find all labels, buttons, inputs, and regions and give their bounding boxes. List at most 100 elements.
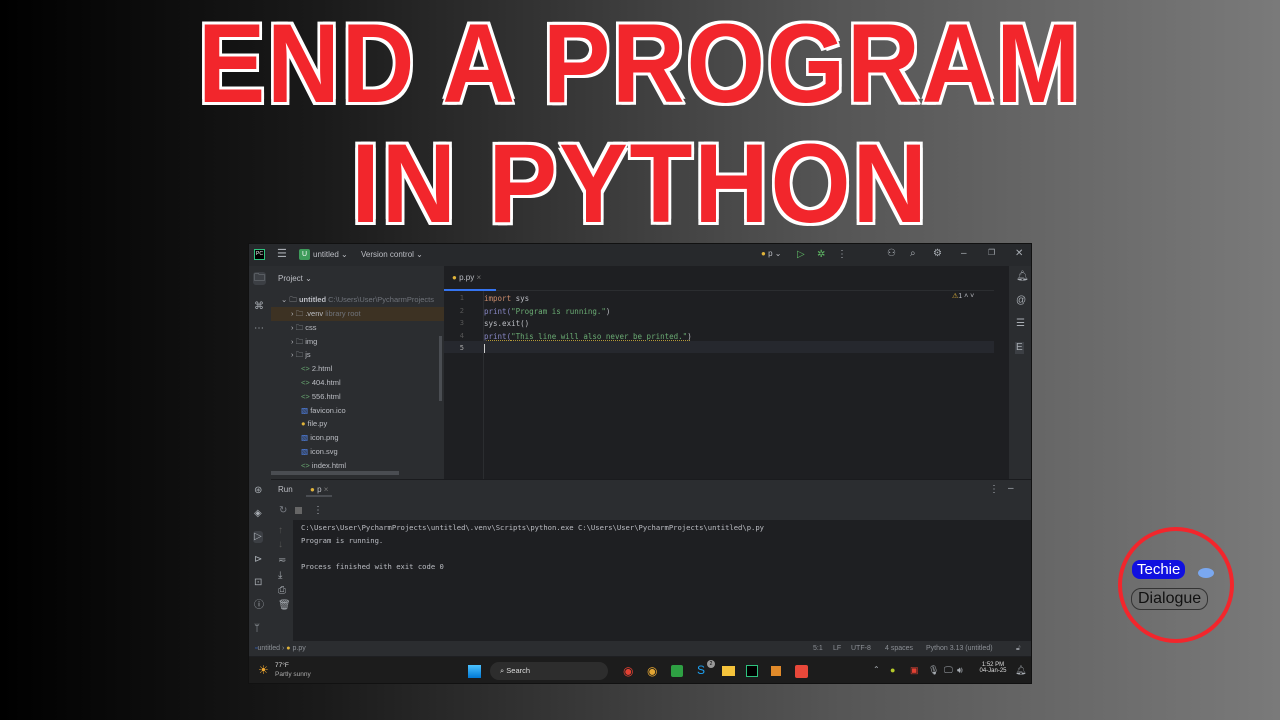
notifications-icon[interactable]: 🔔︎ — [1016, 272, 1029, 282]
line-number: 2 — [459, 306, 464, 315]
clock[interactable]: 1:52 PM 04-Jan-25 — [977, 662, 1009, 674]
run-options-icon[interactable]: ⋮ — [989, 485, 999, 495]
services-icon[interactable]: ⊳ — [254, 555, 262, 565]
project-switcher[interactable]: untitled ⌄ — [313, 250, 348, 259]
add-user-icon[interactable]: ⚇ — [887, 249, 896, 259]
start-icon[interactable] — [468, 665, 481, 678]
line-separator[interactable]: LF — [833, 641, 841, 656]
more-icon[interactable]: ⋮ — [837, 250, 847, 260]
skype-icon[interactable]: S — [697, 664, 705, 676]
run-config-selector[interactable]: ● p ⌄ — [761, 249, 781, 258]
git-icon[interactable]: ᛘ — [254, 624, 260, 634]
python-packages-icon[interactable]: ⊛ — [254, 486, 262, 496]
minimize-icon[interactable]: – — [961, 249, 967, 259]
layers-icon[interactable]: ◈ — [254, 509, 262, 519]
microphone-icon[interactable]: 🎙︎ — [928, 666, 939, 675]
weather-temp[interactable]: 77°F — [275, 662, 289, 669]
console-output[interactable]: C:\Users\User\PycharmProjects\untitled\.… — [293, 520, 1031, 642]
line-number: 4 — [459, 331, 464, 340]
tree-item[interactable]: › 🗀 img — [271, 335, 444, 349]
search-label: Search — [506, 666, 531, 675]
more-tools-icon[interactable]: ⋯ — [254, 324, 264, 334]
print-icon[interactable]: ⎙ — [278, 586, 286, 596]
project-name: untitled — [313, 250, 339, 259]
tree-item[interactable]: ● file.py — [271, 417, 444, 431]
project-panel: Project ⌄ ⌄ 🗀 untitled C:\Users\User\Pyc… — [271, 266, 444, 479]
code-text: sys — [511, 294, 530, 303]
scroll-down-icon[interactable]: ↓ — [278, 540, 283, 550]
tray-app-icon[interactable]: ● — [890, 666, 895, 675]
media-player-icon[interactable] — [771, 666, 781, 676]
debug-icon[interactable]: ✲ — [817, 250, 825, 260]
editor-scrollbar[interactable] — [994, 266, 1009, 479]
breadcrumb[interactable]: ▫untitled › ● p.py — [255, 641, 306, 656]
chrome-icon[interactable]: ◉ — [623, 665, 633, 677]
volume-icon[interactable]: 🔊︎ — [957, 666, 963, 675]
network-icon[interactable]: 🖵︎ — [944, 666, 953, 675]
notification-center-icon[interactable]: 🔔︎ — [1015, 666, 1026, 675]
code-text: sys.exit() — [484, 319, 530, 328]
search-icon[interactable]: ⌕ — [910, 249, 916, 259]
camtasia-icon[interactable] — [671, 665, 683, 677]
hide-panel-icon[interactable]: – — [1008, 484, 1014, 494]
run-tab-p[interactable]: ● p × — [306, 483, 333, 497]
structure-icon[interactable]: ⌘ — [254, 302, 264, 312]
project-scrollbar[interactable] — [439, 336, 442, 401]
tree-item[interactable]: <> 2.html — [271, 362, 444, 376]
lock-icon[interactable]: 🔓︎ — [1016, 641, 1021, 656]
problems-icon[interactable]: ⓘ — [254, 601, 264, 611]
warnings-indicator[interactable]: ⚠1 ˄ ˅ — [952, 292, 974, 300]
close-icon[interactable]: ✕ — [1015, 249, 1023, 259]
tree-item[interactable]: <> 556.html — [271, 390, 444, 404]
tree-item[interactable]: ▧ favicon.ico — [271, 404, 444, 418]
project-tool-icon[interactable]: 🗀 — [253, 272, 266, 285]
settings-icon[interactable]: ⚙ — [933, 249, 942, 259]
ai-assistant-icon[interactable]: @ — [1016, 296, 1026, 306]
tree-item[interactable]: › 🗀 js — [271, 348, 444, 362]
file-encoding[interactable]: UTF-8 — [851, 641, 871, 656]
tree-item[interactable]: ▧ icon.svg — [271, 445, 444, 459]
camtasia-recorder-icon[interactable] — [795, 665, 808, 678]
run-tab-close-icon[interactable]: × — [324, 485, 329, 494]
tree-item[interactable]: › 🗀 css — [271, 321, 444, 335]
run-tool-icon[interactable]: ▷ — [253, 531, 263, 543]
indent-setting[interactable]: 4 spaces — [885, 641, 913, 656]
tree-root[interactable]: ⌄ 🗀 untitled C:\Users\User\PycharmProjec… — [271, 293, 444, 307]
database-icon[interactable]: ☰ — [1016, 319, 1025, 329]
chrome-profile-icon[interactable]: ◉ — [647, 665, 657, 677]
tree-item[interactable]: ▧ icon.png — [271, 431, 444, 445]
tree-item-hint: library root — [325, 309, 361, 318]
soft-wrap-icon[interactable]: ≂ — [278, 556, 286, 566]
structure-view-icon[interactable]: Ε — [1015, 342, 1024, 354]
code-editor[interactable]: 1 import sys 2 print("Program is running.")… — [444, 291, 994, 479]
pycharm-taskbar-icon[interactable] — [746, 665, 758, 677]
tree-item-label: icon.png — [310, 433, 339, 443]
tray-app2-icon[interactable]: ▣ — [910, 666, 919, 675]
run-more-icon[interactable]: ⋮ — [313, 506, 323, 516]
interpreter-selector[interactable]: Python 3.13 (untitled) — [926, 641, 993, 656]
scroll-to-end-icon[interactable]: ⤓ — [278, 571, 282, 581]
version-control-menu[interactable]: Version control ⌄ — [361, 250, 423, 259]
tab-p-py[interactable]: ● p.py × — [444, 266, 496, 291]
file-explorer-icon[interactable] — [722, 666, 735, 676]
clear-icon[interactable]: 🗑︎ — [278, 601, 291, 611]
tree-item[interactable]: <> 404.html — [271, 376, 444, 390]
taskbar-search[interactable]: ⌕ Search — [490, 662, 608, 680]
project-hscrollbar[interactable] — [271, 471, 399, 475]
code-line: sys.exit() — [484, 319, 529, 328]
terminal-icon[interactable]: ⊡ — [254, 578, 262, 588]
tab-close-icon[interactable]: × — [476, 273, 481, 282]
rerun-icon[interactable]: ↻ — [279, 506, 287, 516]
main-menu-icon[interactable]: ☰ — [277, 249, 287, 260]
run-icon[interactable]: ▷ — [797, 250, 805, 260]
restore-icon[interactable]: ❐ — [988, 249, 995, 257]
headline-line-2: IN PYTHON — [349, 121, 929, 246]
stop-icon[interactable] — [295, 507, 302, 514]
tree-item[interactable]: › 🗀 .venv library root — [271, 307, 444, 321]
clock-date: 04-Jan-25 — [979, 668, 1007, 674]
cursor-position[interactable]: 5:1 — [813, 641, 823, 656]
tray-expand-icon[interactable]: ⌃ — [873, 666, 880, 674]
scroll-up-icon[interactable]: ↑ — [278, 526, 283, 536]
project-panel-header[interactable]: Project ⌄ — [278, 274, 312, 283]
html-icon: <> — [301, 378, 310, 387]
